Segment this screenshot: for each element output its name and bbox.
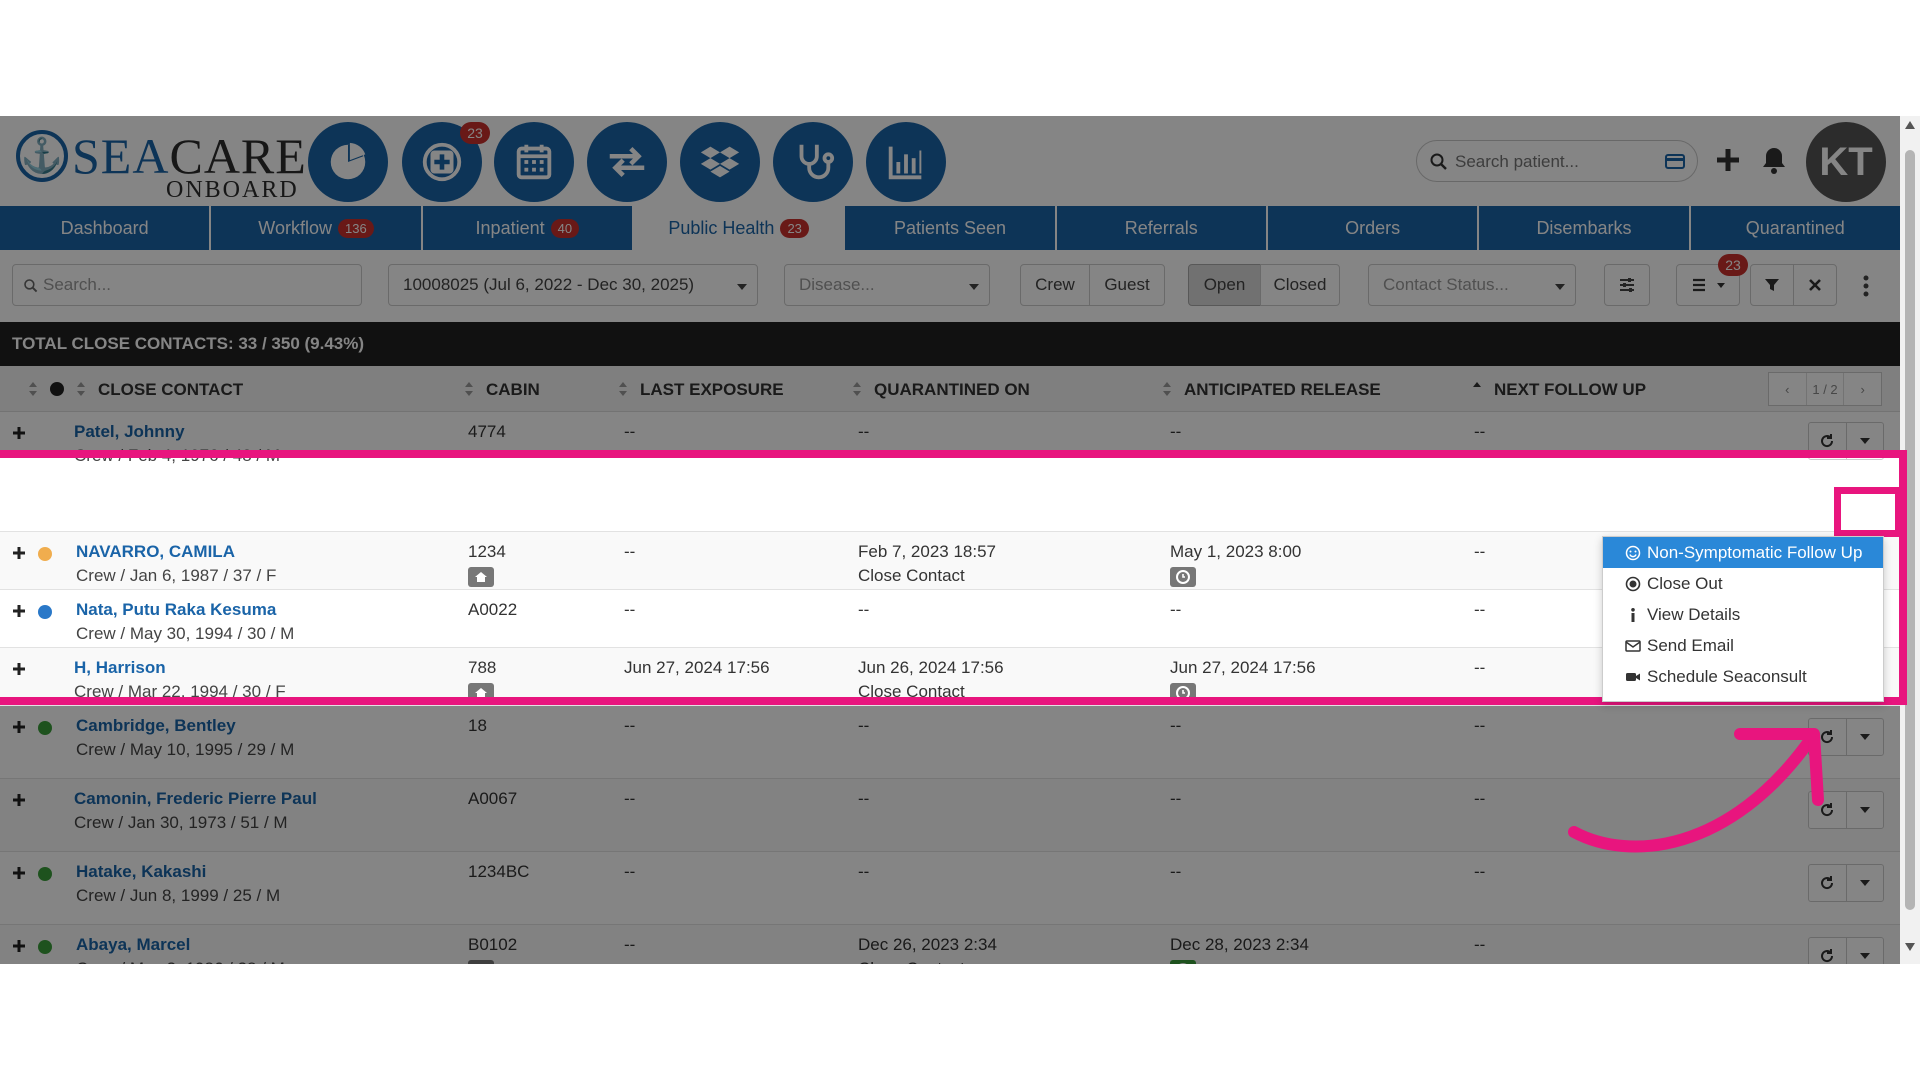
menu-item-view-details[interactable]: View Details — [1603, 599, 1883, 630]
close-circle-icon — [1625, 576, 1641, 591]
annotation-arrow-icon — [1568, 728, 1824, 853]
dim-overlay-top — [0, 116, 1900, 450]
video-camera-icon — [1626, 672, 1640, 681]
envelope-icon — [1625, 639, 1641, 652]
scroll-down-icon[interactable] — [1904, 942, 1916, 952]
menu-item-non-symptomatic-follow-up[interactable]: Non-Symptomatic Follow Up — [1603, 537, 1883, 568]
info-icon — [1631, 607, 1635, 622]
scroll-up-icon[interactable] — [1904, 120, 1916, 130]
menu-item-close-out[interactable]: Close Out — [1603, 568, 1883, 599]
row-actions-menu: Non-Symptomatic Follow Up Close Out View… — [1602, 536, 1884, 702]
menu-item-schedule-seaconsult[interactable]: Schedule Seaconsult — [1603, 661, 1883, 692]
menu-item-send-email[interactable]: Send Email — [1603, 630, 1883, 661]
highlight-dropdown-button — [1834, 487, 1902, 537]
smile-icon — [1625, 545, 1641, 560]
